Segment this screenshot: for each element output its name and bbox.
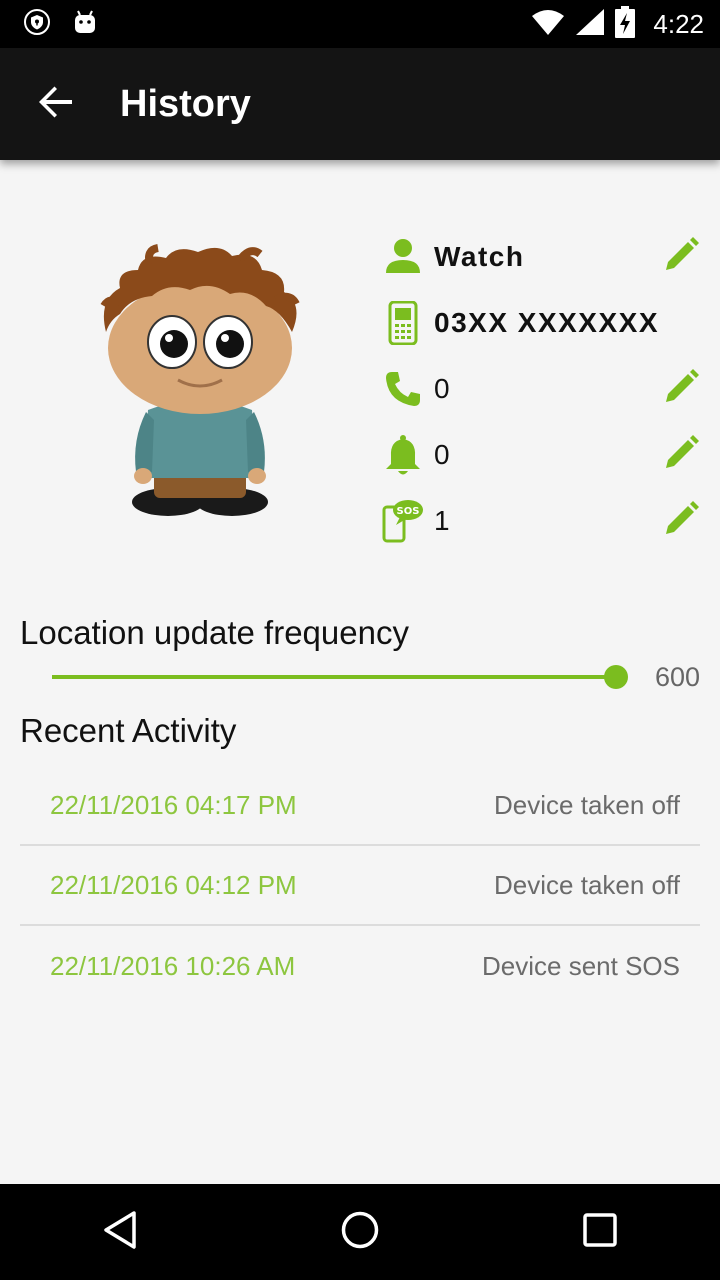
status-time: 4:22 — [653, 8, 704, 39]
nav-home-button[interactable] — [312, 1184, 408, 1280]
nav-back-icon — [102, 1210, 138, 1255]
person-icon — [380, 234, 426, 280]
slider-fill — [52, 675, 616, 679]
list-item[interactable]: 22/11/2016 04:12 PM Device taken off — [20, 846, 700, 926]
call-icon — [380, 366, 426, 412]
list-item[interactable]: 22/11/2016 10:26 AM Device sent SOS — [20, 926, 700, 1006]
activity-time: 22/11/2016 10:26 AM — [50, 950, 296, 981]
bell-icon — [380, 432, 426, 478]
info-row-phone: 03XX XXXXXXX — [380, 290, 710, 356]
list-item[interactable]: 22/11/2016 04:17 PM Device taken off — [20, 766, 700, 846]
device-info: Watch 03XX XXXXXXX 0 0 SOS 1 — [380, 224, 710, 554]
signal-icon — [575, 8, 605, 41]
activity-event: Device taken off — [494, 869, 680, 900]
back-button[interactable] — [0, 48, 112, 160]
pencil-icon — [663, 368, 699, 410]
wifi-icon — [531, 8, 565, 41]
sos-count: 1 — [434, 505, 451, 536]
nav-back-button[interactable] — [72, 1184, 168, 1280]
activity-list: 22/11/2016 04:17 PM Device taken off 22/… — [20, 766, 700, 1006]
battery-icon — [615, 5, 636, 43]
edit-name-button[interactable] — [658, 234, 704, 280]
back-arrow-icon — [38, 84, 74, 125]
activity-event: Device sent SOS — [482, 950, 680, 981]
location-frequency-label: Location update frequency — [20, 614, 409, 651]
pencil-icon — [663, 236, 699, 278]
page-title: History — [120, 82, 251, 125]
device-name: Watch — [434, 241, 525, 272]
svg-text:SOS: SOS — [397, 506, 420, 517]
navigation-bar — [0, 1184, 720, 1280]
avatar[interactable] — [80, 240, 320, 530]
pencil-icon — [663, 434, 699, 476]
info-row-sos: SOS 1 — [380, 488, 710, 554]
alerts-count: 0 — [434, 439, 451, 470]
nav-recents-icon — [582, 1212, 618, 1253]
pencil-icon — [663, 500, 699, 542]
activity-event: Device taken off — [494, 789, 680, 820]
sos-phone-icon: SOS — [380, 498, 426, 544]
activity-time: 22/11/2016 04:12 PM — [50, 869, 297, 900]
slider-thumb[interactable] — [603, 665, 628, 689]
shield-icon — [24, 8, 50, 40]
android-icon — [72, 9, 98, 40]
nav-recents-button[interactable] — [552, 1184, 648, 1280]
app-bar: History — [0, 48, 720, 160]
nav-home-icon — [340, 1210, 380, 1255]
calls-count: 0 — [434, 373, 451, 404]
activity-time: 22/11/2016 04:17 PM — [50, 789, 297, 820]
info-row-alerts: 0 — [380, 422, 710, 488]
location-frequency-value: 600 — [654, 662, 700, 692]
recent-activity-title: Recent Activity — [20, 712, 237, 749]
device-phone-number: 03XX XXXXXXX — [434, 307, 660, 338]
edit-alerts-button[interactable] — [658, 432, 704, 478]
edit-sos-button[interactable] — [658, 498, 704, 544]
info-row-name: Watch — [380, 224, 710, 290]
info-row-calls: 0 — [380, 356, 710, 422]
phone-device-icon — [380, 300, 426, 346]
location-frequency-slider[interactable] — [52, 662, 628, 692]
edit-calls-button[interactable] — [658, 366, 704, 412]
status-bar: 4:22 — [0, 0, 720, 48]
